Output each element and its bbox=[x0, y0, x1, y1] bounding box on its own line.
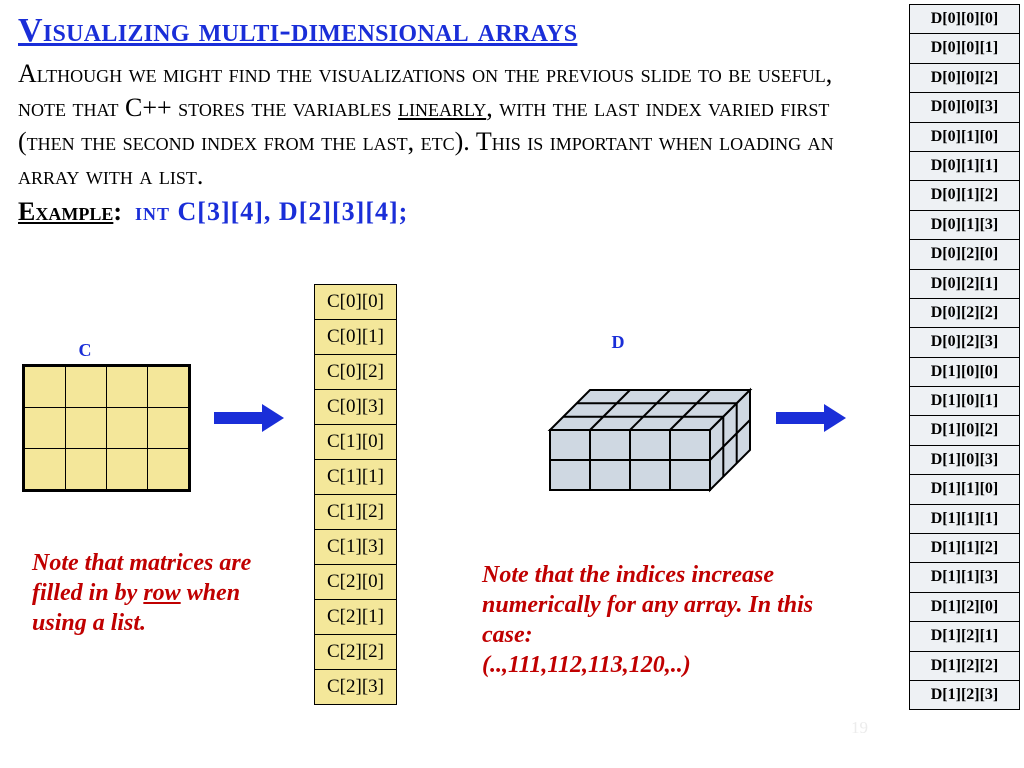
arrow-icon bbox=[776, 408, 846, 428]
d-linear-cell: D[1][0][3] bbox=[910, 445, 1020, 474]
c-linear-table: C[0][0]C[0][1]C[0][2]C[0][3]C[1][0]C[1][… bbox=[314, 284, 397, 705]
c-linear-cell: C[1][3] bbox=[315, 530, 397, 565]
d-linear-cell: D[1][1][2] bbox=[910, 534, 1020, 563]
d-linear-cell: D[0][1][2] bbox=[910, 181, 1020, 210]
c-label: C bbox=[55, 340, 115, 361]
d-linear-cell: D[1][2][2] bbox=[910, 651, 1020, 680]
d-linear-cell: D[0][1][0] bbox=[910, 122, 1020, 151]
body-paragraph: Although we might find the visualization… bbox=[18, 57, 860, 192]
para-linearly: linearly bbox=[398, 93, 486, 122]
d-label: D bbox=[598, 332, 638, 353]
grid-cell bbox=[148, 367, 188, 407]
d-linear-cell: D[0][2][0] bbox=[910, 240, 1020, 269]
d-linear-cell: D[1][1][0] bbox=[910, 475, 1020, 504]
c-linear-cell: C[2][2] bbox=[315, 635, 397, 670]
d-3d-cube bbox=[510, 370, 760, 520]
d-linear-cell: D[0][0][1] bbox=[910, 34, 1020, 63]
note-right-2: (..,111,112,113,120,..) bbox=[482, 650, 862, 680]
d-linear-cell: D[0][0][0] bbox=[910, 5, 1020, 34]
note-right: Note that the indices increase numerical… bbox=[482, 560, 862, 680]
grid-cell bbox=[148, 408, 188, 448]
note-right-1: Note that the indices increase numerical… bbox=[482, 560, 862, 650]
c-linear-cell: C[0][1] bbox=[315, 320, 397, 355]
d-linear-cell: D[1][1][1] bbox=[910, 504, 1020, 533]
d-linear-cell: D[1][0][0] bbox=[910, 357, 1020, 386]
d-linear-cell: D[0][2][1] bbox=[910, 269, 1020, 298]
c-linear-cell: C[0][0] bbox=[315, 285, 397, 320]
example-label: Example bbox=[18, 197, 113, 226]
c-linear-cell: C[1][0] bbox=[315, 425, 397, 460]
grid-cell bbox=[25, 367, 65, 407]
grid-cell bbox=[107, 408, 147, 448]
grid-cell bbox=[25, 408, 65, 448]
c-linear-cell: C[0][2] bbox=[315, 355, 397, 390]
d-linear-cell: D[0][2][2] bbox=[910, 298, 1020, 327]
note-left-row: row bbox=[143, 580, 180, 606]
grid-cell bbox=[66, 408, 106, 448]
grid-cell bbox=[25, 449, 65, 489]
d-linear-cell: D[1][0][2] bbox=[910, 416, 1020, 445]
c-linear-cell: C[2][3] bbox=[315, 670, 397, 705]
grid-cell bbox=[107, 449, 147, 489]
d-linear-cell: D[0][1][1] bbox=[910, 151, 1020, 180]
grid-cell bbox=[148, 449, 188, 489]
slide-title: Visualizing multi-dimensional arrays bbox=[18, 12, 860, 49]
arrow-icon bbox=[214, 408, 284, 428]
page-number: 19 bbox=[851, 718, 868, 738]
grid-cell bbox=[66, 449, 106, 489]
d-linear-cell: D[0][0][2] bbox=[910, 63, 1020, 92]
d-linear-cell: D[1][0][1] bbox=[910, 387, 1020, 416]
d-linear-cell: D[1][1][3] bbox=[910, 563, 1020, 592]
c-linear-cell: C[2][0] bbox=[315, 565, 397, 600]
d-linear-cell: D[0][0][3] bbox=[910, 93, 1020, 122]
grid-cell bbox=[66, 367, 106, 407]
example-declaration: int C[3][4], D[2][3][4]; bbox=[135, 197, 408, 226]
d-linear-cell: D[0][1][3] bbox=[910, 210, 1020, 239]
d-linear-cell: D[1][2][1] bbox=[910, 622, 1020, 651]
c-linear-cell: C[2][1] bbox=[315, 600, 397, 635]
example-line: Example: int C[3][4], D[2][3][4]; bbox=[18, 197, 860, 227]
c-linear-cell: C[0][3] bbox=[315, 390, 397, 425]
grid-cell bbox=[107, 367, 147, 407]
d-linear-cell: D[1][2][0] bbox=[910, 592, 1020, 621]
d-linear-cell: D[1][2][3] bbox=[910, 680, 1020, 709]
c-linear-cell: C[1][2] bbox=[315, 495, 397, 530]
c-linear-cell: C[1][1] bbox=[315, 460, 397, 495]
d-linear-table: D[0][0][0]D[0][0][1]D[0][0][2]D[0][0][3]… bbox=[909, 4, 1020, 710]
note-left: Note that matrices are filled in by row … bbox=[32, 548, 292, 638]
c-2d-grid bbox=[22, 364, 191, 492]
d-linear-cell: D[0][2][3] bbox=[910, 328, 1020, 357]
